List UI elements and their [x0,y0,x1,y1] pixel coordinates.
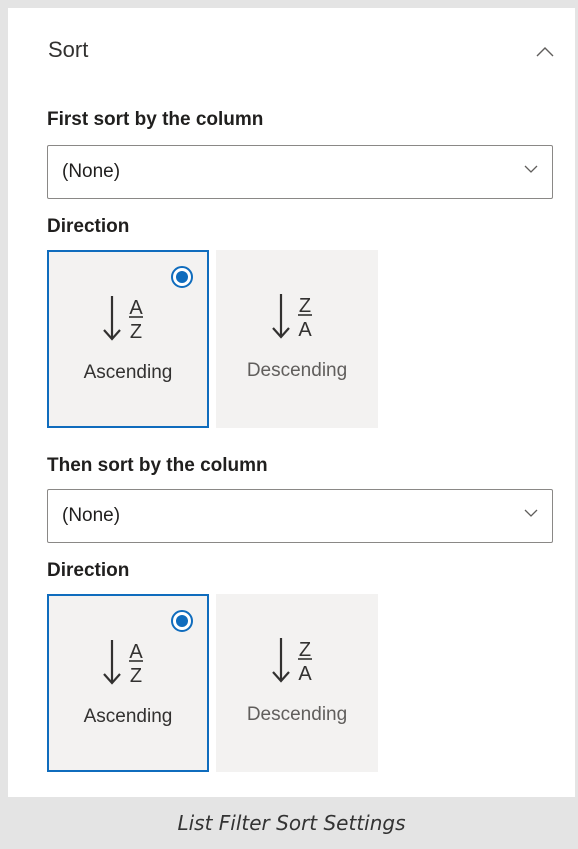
sort-ascending-icon: A Z [103,640,143,687]
svg-text:A: A [129,297,143,319]
radio-selected-icon [171,266,193,288]
first-sort-column-dropdown[interactable]: (None) [47,145,553,199]
caption-text: List Filter Sort Settings [177,811,406,835]
sort-section-title: Sort [48,37,89,62]
descending-label: Descending [246,704,348,725]
chevron-down-icon [524,165,538,173]
caption-bar: List Filter Sort Settings [8,797,575,849]
sort-section-header[interactable]: Sort [8,8,575,88]
then-sort-column-dropdown[interactable]: (None) [47,489,553,543]
ascending-label: Ascending [83,706,173,727]
chevron-up-icon [536,47,554,57]
svg-text:A: A [298,319,312,341]
first-direction-label: Direction [47,216,130,237]
svg-text:Z: Z [130,321,142,343]
first-sort-selected-value: (None) [62,161,121,182]
sort-panel: Sort First sort by the column (None) Dir… [8,8,575,797]
then-direction-ascending[interactable]: A Z Ascending [47,594,209,772]
then-sort-selected-value: (None) [62,505,121,526]
sort-ascending-icon: A Z [103,296,143,343]
svg-text:A: A [298,663,312,685]
then-direction-descending[interactable]: Z A Descending [216,594,378,772]
first-direction-descending[interactable]: Z A Descending [216,250,378,428]
collapse-button[interactable] [525,32,565,72]
then-direction-label: Direction [47,560,130,581]
sort-descending-icon: Z A [272,638,312,685]
radio-selected-icon [171,610,193,632]
svg-text:A: A [129,641,143,663]
svg-text:Z: Z [130,665,142,687]
svg-text:Z: Z [299,295,311,317]
svg-text:Z: Z [299,639,311,661]
sort-descending-icon: Z A [272,294,312,341]
then-sort-label: Then sort by the column [47,455,268,476]
chevron-down-icon [524,509,538,517]
first-sort-label: First sort by the column [47,109,264,130]
first-direction-ascending[interactable]: A Z Ascending [47,250,209,428]
descending-label: Descending [246,360,348,381]
ascending-label: Ascending [83,362,173,383]
